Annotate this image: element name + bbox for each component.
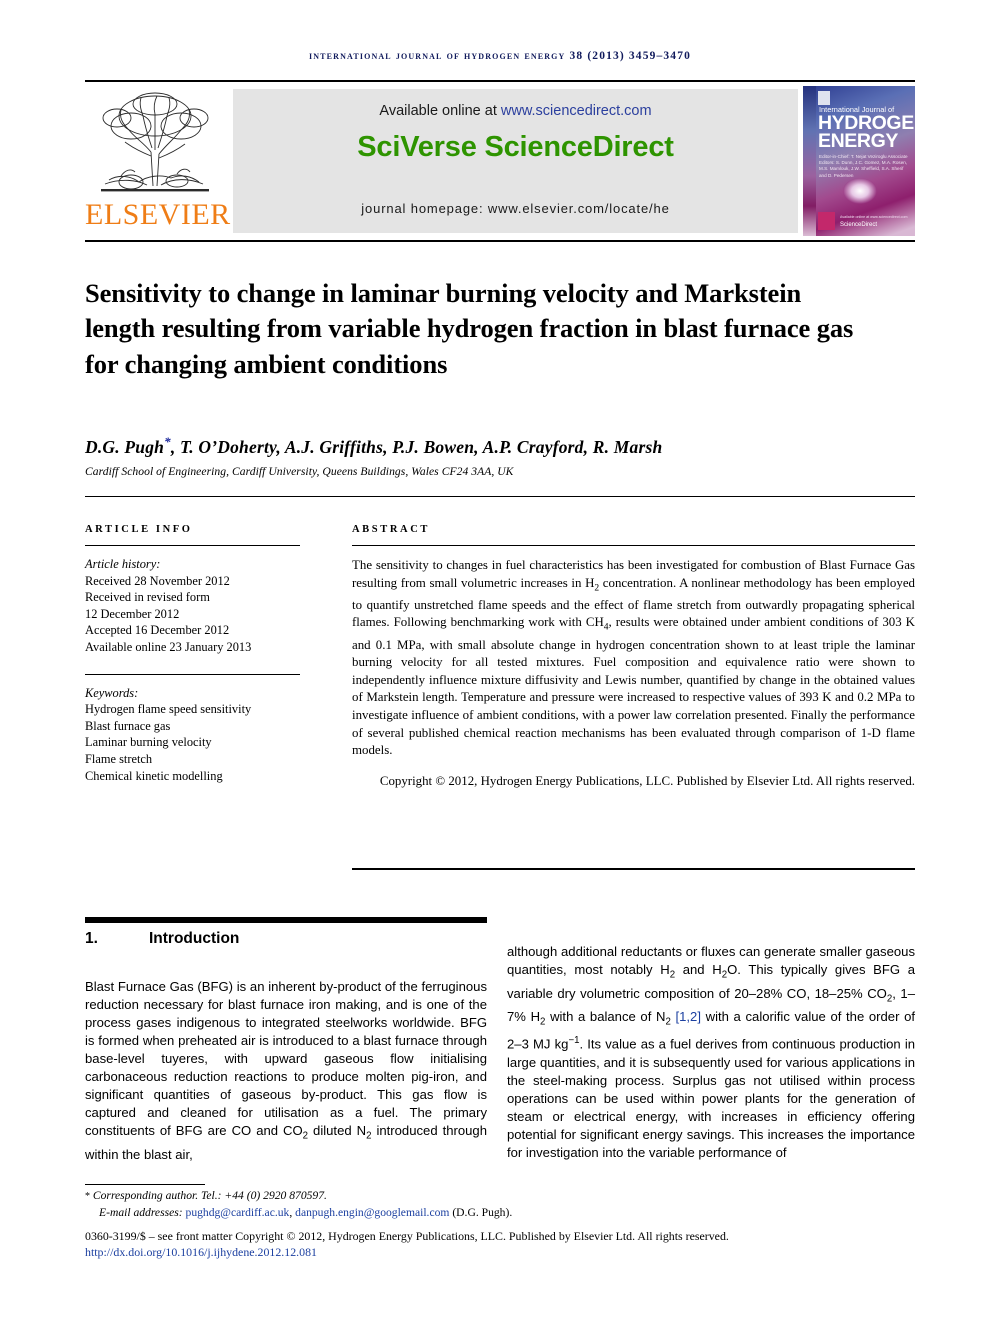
- keywords-block: Keywords: Hydrogen flame speed sensitivi…: [85, 685, 300, 785]
- body-column-right: although additional reductants or fluxes…: [507, 930, 915, 1175]
- article-info-column: ARTICLE INFO Article history: Received 2…: [85, 524, 300, 784]
- history-item: Accepted 16 December 2012: [85, 623, 230, 638]
- author-names: D.G. Pugh*, T. O’Doherty, A.J. Griffiths…: [85, 434, 663, 457]
- email-owner: (D.G. Pugh).: [449, 1206, 513, 1220]
- history-item: 12 December 2012: [85, 606, 180, 621]
- elsevier-tree-icon: [101, 92, 209, 192]
- abstract-part-3: , results were obtained under ambient co…: [352, 615, 915, 758]
- cover-sciencedirect-tiny: Available online at www.sciencedirect.co…: [840, 215, 908, 219]
- body-right-part-5: with a balance of N: [545, 1009, 666, 1025]
- author-list: D.G. Pugh*, T. O’Doherty, A.J. Griffiths…: [85, 434, 915, 458]
- section-title: Introduction: [149, 930, 240, 947]
- elsevier-logo: ELSEVIER: [85, 86, 231, 236]
- body-paragraph-right: although additional reductants or fluxes…: [507, 943, 915, 1162]
- footnote-rule: [85, 1184, 205, 1185]
- doi-link[interactable]: http://dx.doi.org/10.1016/j.ijhydene.201…: [85, 1245, 915, 1260]
- affiliation: Cardiff School of Engineering, Cardiff U…: [85, 465, 514, 478]
- masthead: ELSEVIER Available online at www.science…: [85, 86, 915, 236]
- corresponding-author-line: * Corresponding author. Tel.: +44 (0) 29…: [85, 1188, 915, 1205]
- footnote-block: * Corresponding author. Tel.: +44 (0) 29…: [85, 1188, 915, 1222]
- abstract-copyright: Copyright © 2012, Hydrogen Energy Public…: [379, 773, 915, 788]
- journal-article-page: international journal of hydrogen energy…: [0, 0, 992, 1323]
- keyword-item: Flame stretch: [85, 751, 153, 766]
- article-history: Article history: Received 28 November 20…: [85, 556, 300, 656]
- body-right-sub-5: 2: [665, 1017, 671, 1029]
- abstract-heading: ABSTRACT: [352, 524, 430, 535]
- history-item: Received in revised form: [85, 590, 210, 605]
- section-heading-introduction: 1. Introduction: [85, 930, 487, 948]
- abstract-text: The sensitivity to changes in fuel chara…: [352, 557, 915, 760]
- corresponding-author-text: Corresponding author. Tel.: +44 (0) 2920…: [90, 1189, 327, 1202]
- email-link-1[interactable]: pughdg@cardiff.ac.uk: [186, 1206, 290, 1219]
- cover-publisher-mark: [818, 212, 835, 230]
- cover-title-line2: ENERGY: [818, 130, 898, 152]
- body-column-left: Blast Furnace Gas (BFG) is an inherent b…: [85, 965, 487, 1177]
- authors-rule: [85, 496, 915, 497]
- cover-orb-graphic: [843, 178, 877, 204]
- header-rule-top: [85, 80, 915, 82]
- abstract-column: ABSTRACT The sensitivity to changes in f…: [352, 524, 915, 803]
- journal-homepage-line[interactable]: journal homepage: www.elsevier.com/locat…: [233, 201, 798, 216]
- section-number: 1.: [85, 930, 98, 947]
- article-history-label: Article history:: [85, 557, 161, 571]
- abstract-heading-rule: [352, 545, 915, 546]
- keyword-item: Laminar burning velocity: [85, 735, 212, 750]
- email-line: E-mail addresses: pughdg@cardiff.ac.uk, …: [85, 1205, 915, 1221]
- article-info-heading-rule: [85, 545, 300, 546]
- running-head: international journal of hydrogen energy…: [308, 50, 691, 62]
- page-title: Sensitivity to change in laminar burning…: [85, 277, 854, 379]
- available-online-label: Available online at: [379, 103, 501, 119]
- section-thick-rule: [85, 917, 487, 923]
- sciencedirect-url[interactable]: www.sciencedirect.com: [501, 103, 652, 119]
- history-item: Available online 23 January 2013: [85, 639, 252, 654]
- cover-sciencedirect-label: ScienceDirect: [840, 222, 878, 228]
- available-online-line: Available online at www.sciencedirect.co…: [233, 103, 798, 119]
- journal-cover-thumbnail: International Journal of HYDROGEN ENERGY…: [803, 86, 915, 236]
- article-info-heading: ARTICLE INFO: [85, 524, 193, 535]
- body-right-part-7: . Its value as a fuel derives from conti…: [507, 1036, 916, 1160]
- history-item: Received 28 November 2012: [85, 573, 230, 588]
- cover-editors: Editor-in-Chief: T. Nejat Veziroglu Asso…: [819, 154, 908, 178]
- cover-side-strip: [803, 86, 816, 236]
- elsevier-wordmark: ELSEVIER: [85, 198, 231, 231]
- body-paragraph-left: Blast Furnace Gas (BFG) is an inherent b…: [85, 978, 487, 1164]
- keyword-item: Chemical kinetic modelling: [85, 768, 223, 783]
- body-left-part-2: diluted N: [308, 1123, 367, 1139]
- sciverse-sciencedirect-logo: SciVerse ScienceDirect: [357, 131, 674, 163]
- body-left-part-1: Blast Furnace Gas (BFG) is an inherent b…: [85, 979, 487, 1139]
- cover-society-badge: [818, 91, 830, 105]
- abstract-bottom-rule: [352, 868, 915, 870]
- cover-sciencedirect-logo: Available online at www.sciencedirect.co…: [840, 213, 907, 229]
- sciencedirect-banner: Available online at www.sciencedirect.co…: [233, 89, 798, 233]
- email-label: E-mail addresses:: [99, 1206, 186, 1220]
- cover-footer: Available online at www.sciencedirect.co…: [818, 208, 913, 230]
- keyword-item: Blast furnace gas: [85, 718, 171, 733]
- body-right-part-2: and H: [675, 962, 722, 978]
- article-info-divider: [85, 673, 300, 675]
- keyword-item: Hydrogen flame speed sensitivity: [85, 702, 252, 717]
- email-link-2[interactable]: danpugh.engin@googlemail.com: [295, 1206, 449, 1219]
- citation-link[interactable]: [1,2]: [676, 1009, 701, 1024]
- header-rule-bottom: [85, 240, 915, 242]
- keywords-label: Keywords:: [85, 685, 139, 700]
- issn-copyright-line: 0360-3199/$ – see front matter Copyright…: [85, 1229, 729, 1243]
- body-right-sup-1: −1: [568, 1035, 580, 1047]
